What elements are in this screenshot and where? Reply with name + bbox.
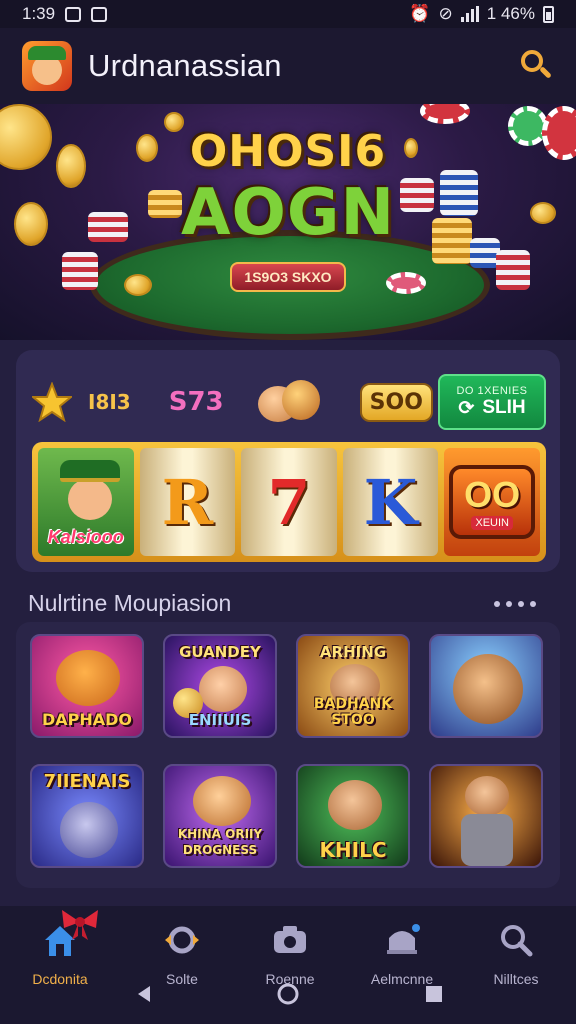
gallery-icon: [91, 6, 108, 22]
slot-reels[interactable]: Kalsiooo R 7 K OO XEUIN: [32, 442, 546, 562]
leprechaun-icon: [328, 780, 382, 830]
game-subtitle: ENIIUIS: [188, 711, 252, 729]
search-icon-handle: [539, 66, 552, 79]
coin-icon: [136, 134, 158, 162]
cart-icon: [387, 924, 420, 954]
food-icon: [257, 378, 320, 426]
gift-bow-icon: [62, 910, 98, 940]
reel-symbol-seven: 7: [267, 465, 311, 539]
fox-icon: [56, 650, 120, 706]
status-time: 1:39: [22, 4, 56, 23]
recents-icon[interactable]: [424, 984, 444, 1004]
spin-button-caption: DO 1XENIES: [456, 384, 528, 397]
casino-chip: [420, 104, 470, 124]
star-icon: [32, 382, 72, 422]
hero-title-line1: OHOSI6: [189, 126, 387, 177]
logo-hat: [28, 46, 66, 60]
game-title: DAPHADO: [41, 710, 133, 729]
notification-icon: [65, 6, 82, 22]
app-title: Urdnanassian: [88, 48, 282, 83]
reel-r: R: [139, 448, 236, 556]
cat-icon: [453, 654, 523, 724]
game-title: ARHING: [319, 643, 387, 661]
search-button[interactable]: [518, 48, 554, 84]
game-title: GUANDEY: [179, 643, 261, 661]
reel-monster: OO XEUIN: [444, 448, 540, 556]
reel-seven: 7: [241, 448, 337, 556]
coin-icon: [14, 202, 48, 246]
leprechaun-logo[interactable]: [22, 41, 72, 91]
reel-mascot: Kalsiooo: [38, 448, 134, 556]
wolf-icon: [60, 802, 118, 858]
casino-chip: [542, 106, 576, 160]
section-title: Nulrtine Moupiasion: [28, 590, 232, 616]
character-icon: [465, 776, 509, 816]
coin-icon: [404, 138, 418, 158]
chip-stack: [88, 212, 128, 242]
casino-chip: [386, 272, 426, 294]
hamster-icon: [193, 776, 251, 826]
game-subtitle: BADHANK STOO: [313, 696, 393, 728]
hero-prize-badge: 1S9O3 SKXO: [230, 262, 346, 292]
mascot-face: [68, 478, 112, 520]
reel-symbol-r: R: [161, 465, 214, 539]
stat-value-2: S73: [168, 387, 224, 417]
alarm-icon: ⏰: [409, 4, 431, 23]
stat-value-3: SOO: [359, 382, 433, 422]
leprechaun-icon: [60, 460, 120, 524]
games-panel: DAPHADO GUANDEY ENIIUIS ARHING BADHANK S…: [16, 622, 560, 888]
app-header: Urdnanassian: [0, 28, 576, 104]
character-body: [461, 814, 513, 866]
monster-eyes: OO: [464, 474, 521, 515]
chip-stack: [432, 218, 472, 264]
coin-icon: [56, 144, 86, 188]
back-icon[interactable]: [134, 984, 154, 1004]
camera-icon: [274, 926, 306, 953]
chip-stack: [62, 252, 98, 290]
monster-label: XEUIN: [471, 516, 513, 530]
stat-value-1: I8I3: [88, 390, 131, 414]
game-card-cat[interactable]: [429, 634, 543, 738]
coin-icon: [124, 274, 152, 296]
more-icon[interactable]: [494, 596, 542, 612]
game-card-leprechaun[interactable]: KHILC: [296, 764, 410, 868]
game-card-hero[interactable]: [429, 764, 543, 868]
spin-button-label: SLIH: [482, 397, 526, 418]
battery-icon: [543, 5, 554, 23]
game-card-wolf[interactable]: 7IIENAIS: [30, 764, 144, 868]
slot-machine-panel: I8I3 S73 SOO DO 1XENIES ⟳ SLIH Kalsiooo …: [16, 350, 560, 572]
home-button-icon[interactable]: [276, 982, 300, 1006]
battery-text: 1 46%: [486, 4, 535, 23]
hero-banner[interactable]: OHOSI6 AOGN 1S9O3 SKXO: [0, 104, 576, 340]
search-icon: [501, 925, 533, 957]
coin-icon: [530, 202, 556, 224]
spin-button-content: ⟳ SLIH: [458, 397, 525, 420]
reel-k: K: [342, 448, 439, 556]
character-icon: [199, 666, 247, 712]
game-title: KHILC: [319, 838, 387, 862]
chip-stack: [496, 250, 530, 290]
hero-title-line2: AOGN: [180, 176, 396, 250]
chip-stack: [440, 170, 478, 216]
game-card-hamster[interactable]: KHINA ORIIY DROGNESS: [163, 764, 277, 868]
game-card-fox[interactable]: DAPHADO: [30, 634, 144, 738]
monster-icon: OO XEUIN: [449, 465, 536, 539]
system-nav-bar: [0, 968, 576, 1024]
reel-mascot-label: Kalsiooo: [47, 527, 124, 547]
game-card-princess[interactable]: GUANDEY ENIIUIS: [163, 634, 277, 738]
mute-icon: ⊘: [438, 4, 453, 23]
slot-icon: [165, 926, 199, 954]
game-card-banker[interactable]: ARHING BADHANK STOO: [296, 634, 410, 738]
spin-button[interactable]: DO 1XENIES ⟳ SLIH: [438, 374, 546, 430]
reel-symbol-k: K: [363, 465, 418, 539]
game-title: 7IIENAIS: [43, 771, 131, 792]
game-title: KHINA ORIIY DROGNESS: [177, 827, 263, 857]
signal-icon: [460, 6, 479, 22]
mascot-hat: [60, 460, 120, 482]
stats-row: I8I3 S73 SOO DO 1XENIES ⟳ SLIH: [32, 374, 546, 430]
status-bar: 1:39 ⏰ ⊘ 1 46%: [0, 0, 576, 28]
refresh-icon: ⟳: [458, 397, 475, 419]
coin-icon: [0, 104, 52, 170]
